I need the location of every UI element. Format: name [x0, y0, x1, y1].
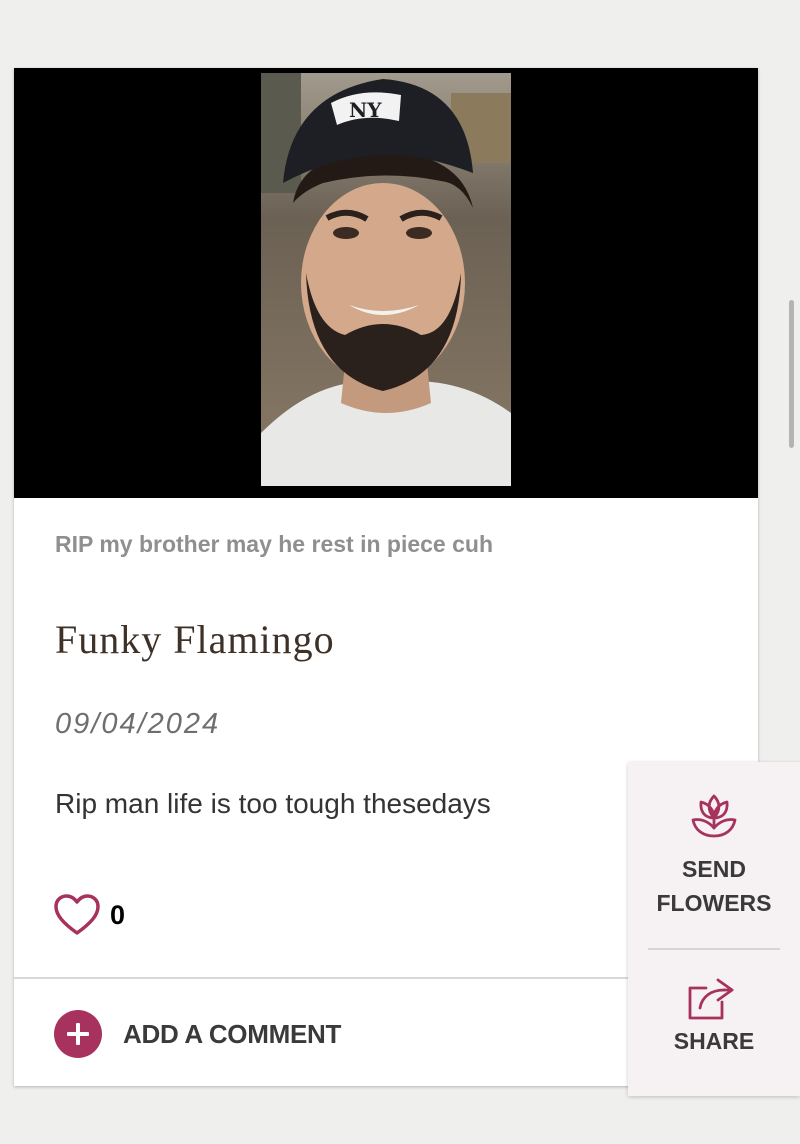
plus-icon: [54, 1010, 102, 1058]
photo-frame: NY: [14, 68, 758, 498]
flower-icon: [691, 794, 737, 838]
share-button[interactable]: SHARE: [628, 950, 800, 1096]
scrollbar[interactable]: [789, 300, 794, 448]
share-label: SHARE: [673, 1028, 755, 1054]
send-flowers-line1: SEND: [682, 856, 746, 882]
send-flowers-label: SEND FLOWERS: [628, 852, 800, 920]
like-row: 0: [53, 892, 125, 938]
send-flowers-button[interactable]: SEND FLOWERS: [628, 762, 800, 948]
heart-icon[interactable]: [53, 893, 101, 937]
svg-text:NY: NY: [349, 98, 382, 122]
like-count: 0: [110, 899, 126, 930]
action-panel: SEND FLOWERS SHARE: [628, 762, 800, 1096]
send-flowers-line2: FLOWERS: [656, 890, 772, 916]
post-date: 09/04/2024: [55, 708, 221, 740]
photo-caption: RIP my brother may he rest in piece cuh: [55, 531, 493, 557]
add-comment-label: ADD A COMMENT: [123, 1018, 342, 1049]
portrait-image: NY: [261, 73, 511, 486]
author-name: Funky Flamingo: [55, 617, 335, 662]
portrait-photo[interactable]: NY: [261, 73, 511, 486]
share-icon: [688, 978, 734, 1020]
add-comment-button[interactable]: ADD A COMMENT: [54, 1009, 341, 1059]
post-message: Rip man life is too tough thesedays: [55, 788, 491, 819]
